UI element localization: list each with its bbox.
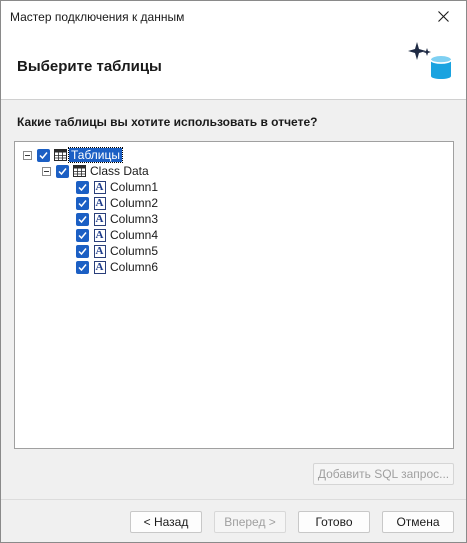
check-icon — [78, 247, 87, 255]
tree-node-column[interactable]: A Column6 — [76, 259, 158, 275]
check-icon — [78, 199, 87, 207]
tree-node-root-label: Таблицы — [67, 147, 124, 163]
footer-divider — [1, 499, 466, 500]
text-column-icon: A — [93, 244, 106, 258]
page-heading: Выберите таблицы — [17, 58, 162, 75]
check-icon — [78, 215, 87, 223]
column-checkbox[interactable] — [76, 180, 89, 194]
next-button[interactable]: Вперед > — [214, 511, 286, 533]
tables-tree[interactable]: Таблицы Class Data A Column1 A Column2 A — [14, 141, 454, 449]
tree-node-column[interactable]: A Column5 — [76, 243, 158, 259]
column-label: Column4 — [110, 228, 159, 242]
column-checkbox[interactable] — [76, 260, 89, 274]
root-checkbox[interactable] — [37, 148, 50, 162]
tables-question: Какие таблицы вы хотите использовать в о… — [17, 115, 318, 129]
tree-node-column[interactable]: A Column1 — [76, 179, 158, 195]
column-label: Column3 — [110, 212, 159, 226]
text-column-icon: A — [93, 212, 106, 226]
column-checkbox[interactable] — [76, 244, 89, 258]
check-icon — [78, 231, 87, 239]
tree-node-column[interactable]: A Column3 — [76, 211, 158, 227]
text-column-icon: A — [93, 196, 106, 210]
column-checkbox[interactable] — [76, 228, 89, 242]
close-button[interactable] — [420, 1, 466, 32]
finish-button[interactable]: Готово — [298, 511, 370, 533]
column-label: Column5 — [110, 244, 159, 258]
column-label: Column2 — [110, 196, 159, 210]
sparkle-database-icon — [408, 42, 452, 79]
column-checkbox[interactable] — [76, 212, 89, 226]
title-bar: Мастер подключения к данным — [1, 1, 466, 32]
collapse-root-toggle[interactable] — [23, 151, 32, 160]
tree-node-column[interactable]: A Column2 — [76, 195, 158, 211]
data-connection-wizard-dialog: Мастер подключения к данным Выберите таб… — [0, 0, 467, 543]
tree-node-column[interactable]: A Column4 — [76, 227, 158, 243]
check-icon — [58, 167, 67, 175]
table-icon — [73, 165, 86, 178]
collapse-table-toggle[interactable] — [42, 167, 51, 176]
column-label: Column1 — [110, 180, 159, 194]
close-icon — [437, 11, 449, 22]
cancel-button[interactable]: Отмена — [382, 511, 454, 533]
table-checkbox[interactable] — [56, 164, 69, 178]
add-sql-query-button[interactable]: Добавить SQL запрос... — [313, 463, 454, 485]
column-checkbox[interactable] — [76, 196, 89, 210]
tree-node-class-data[interactable]: Class Data — [56, 163, 149, 179]
text-column-icon: A — [93, 260, 106, 274]
back-button[interactable]: < Назад — [130, 511, 202, 533]
tree-node-class-data-label: Class Data — [90, 164, 149, 178]
tree-node-root[interactable]: Таблицы — [37, 147, 124, 163]
column-label: Column6 — [110, 260, 159, 274]
check-icon — [39, 151, 48, 159]
check-icon — [78, 263, 87, 271]
text-column-icon: A — [93, 228, 106, 242]
window-title: Мастер подключения к данным — [10, 10, 185, 24]
text-column-icon: A — [93, 180, 106, 194]
wizard-header: Выберите таблицы — [1, 32, 466, 100]
check-icon — [78, 183, 87, 191]
table-icon — [54, 149, 67, 162]
